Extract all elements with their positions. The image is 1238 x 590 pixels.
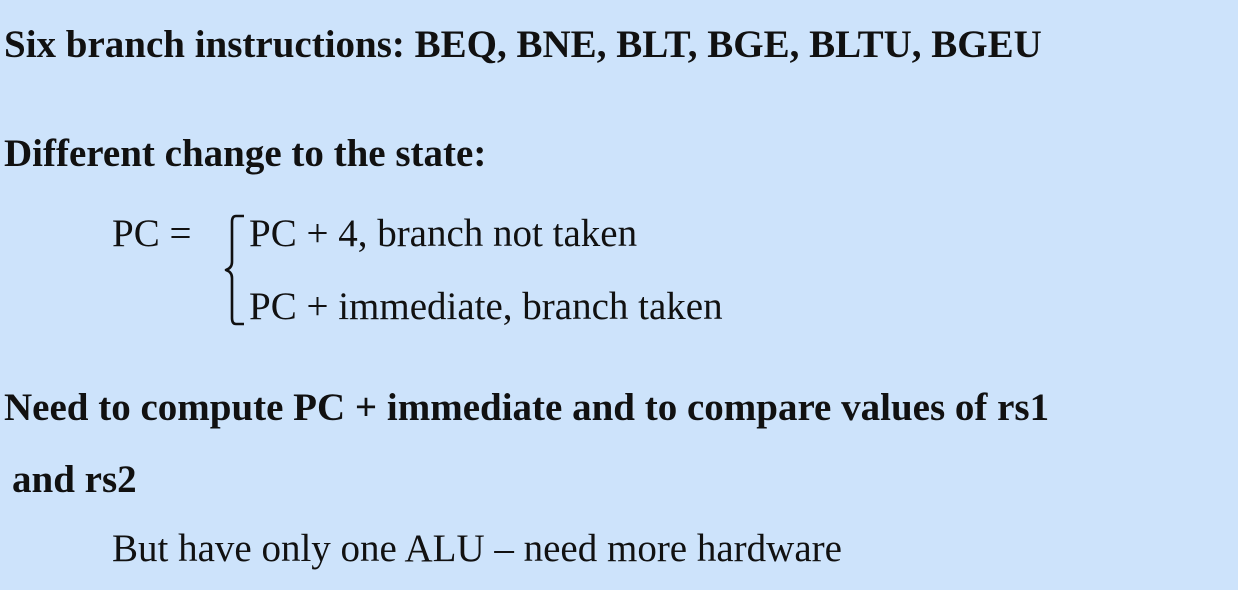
sub-point-alu: But have only one ALU – need more hardwa… (112, 527, 842, 570)
requirement-line-1: Need to compute PC + immediate and to co… (4, 386, 1050, 429)
heading-branch-instructions: Six branch instructions: BEQ, BNE, BLT, … (4, 23, 1042, 66)
equation-lhs: PC = (112, 212, 192, 255)
requirement-line-2: and rs2 (12, 458, 137, 501)
slide: Six branch instructions: BEQ, BNE, BLT, … (0, 0, 1238, 590)
equation-case-taken: PC + immediate, branch taken (249, 285, 723, 328)
left-brace (224, 214, 244, 326)
equation-case-not-taken: PC + 4, branch not taken (249, 212, 638, 255)
heading-state-change: Different change to the state: (4, 132, 487, 175)
